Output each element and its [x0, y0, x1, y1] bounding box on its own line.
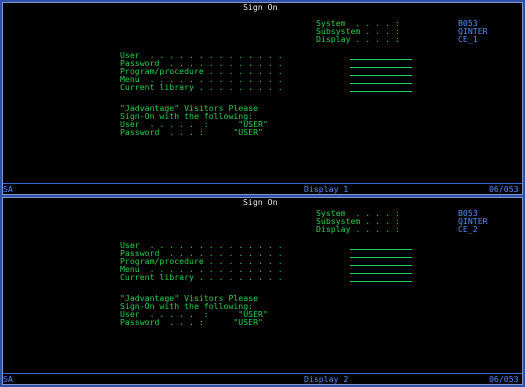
display-label: Display . . . . :: [316, 34, 400, 44]
status-bar: SA Display 1 06/053: [3, 183, 522, 194]
display-label: Display . . . . :: [316, 224, 400, 234]
program-procedure-input[interactable]: [350, 265, 412, 266]
program-procedure-input[interactable]: [350, 75, 412, 76]
current-library-label: Current library . . . . . . . . .: [120, 82, 283, 92]
terminal-session-1: Sign On System . . . . : B053 Subsystem …: [2, 2, 523, 195]
notice-password-line: Password . . . : "USER": [120, 127, 263, 137]
current-library-input[interactable]: [350, 281, 412, 282]
screen-title: Sign On: [243, 197, 278, 207]
status-display: Display 1: [304, 184, 349, 194]
status-cursor-position: 06/053: [489, 374, 519, 384]
password-input[interactable]: [350, 257, 412, 258]
status-left: SA: [3, 184, 13, 194]
terminal-session-2: Sign On System . . . . : B053 Subsystem …: [2, 197, 523, 385]
notice-password-line: Password . . . : "USER": [120, 317, 263, 327]
status-display: Display 2: [304, 374, 349, 384]
menu-input[interactable]: [350, 83, 412, 84]
screen-title: Sign On: [243, 2, 278, 12]
user-input[interactable]: [350, 59, 412, 60]
display-value: CE_1: [458, 34, 478, 44]
status-cursor-position: 06/053: [489, 184, 519, 194]
menu-input[interactable]: [350, 273, 412, 274]
current-library-input[interactable]: [350, 91, 412, 92]
password-input[interactable]: [350, 67, 412, 68]
user-input[interactable]: [350, 249, 412, 250]
current-library-label: Current library . . . . . . . . .: [120, 272, 283, 282]
display-value: CE_2: [458, 224, 478, 234]
status-bar: SA Display 2 06/053: [3, 373, 522, 384]
status-left: SA: [3, 374, 13, 384]
